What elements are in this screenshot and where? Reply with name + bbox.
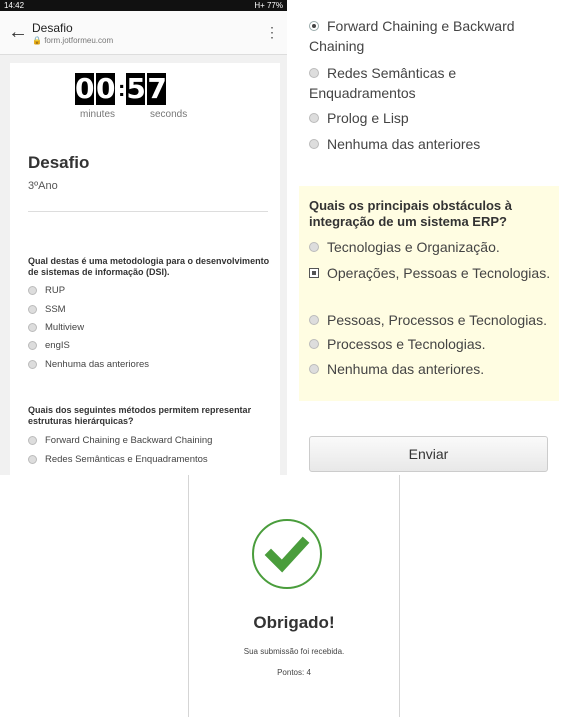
radio-button[interactable] (309, 113, 319, 123)
browser-header: ← Desafio 🔒 form.jotformeu.com ⋮ (0, 11, 287, 55)
form-continuation-screen: Forward Chaining e Backward Chaining Red… (297, 0, 563, 475)
page-url: 🔒 form.jotformeu.com (32, 35, 114, 45)
question-1: Qual destas é uma metodologia para o des… (28, 256, 270, 277)
timer-digit: 7 (147, 72, 167, 105)
radio-button-selected[interactable] (309, 268, 319, 278)
timer-separator: : (118, 76, 126, 101)
radio-button[interactable] (309, 339, 319, 349)
score-text: Pontos: 4 (277, 668, 311, 677)
divider (28, 211, 268, 212)
seconds-label: seconds (150, 109, 188, 120)
form-title: Desafio (28, 153, 90, 172)
form-subtitle: 3ºAno (28, 180, 58, 192)
radio-option[interactable]: Multiview (28, 322, 84, 333)
radio-button[interactable] (28, 341, 37, 350)
timer-digit: 5 (126, 72, 146, 105)
radio-option[interactable]: Pessoas, Processos e Tecnologias. (309, 310, 554, 330)
radio-button-selected[interactable] (309, 21, 319, 31)
page-title: Desafio (32, 20, 73, 35)
radio-button[interactable] (28, 360, 37, 369)
radio-option[interactable]: Nenhuma das anteriores. (309, 359, 554, 379)
radio-option[interactable]: Forward Chaining e Backward Chaining (28, 435, 212, 446)
checkmark-icon (252, 519, 322, 589)
radio-button[interactable] (28, 323, 37, 332)
thank-you-title: Obrigado! (253, 613, 335, 632)
checkmark-glyph (264, 536, 310, 573)
radio-option[interactable]: Redes Semânticas e Enquadramentos (28, 454, 208, 465)
radio-button[interactable] (309, 242, 319, 252)
radio-option[interactable]: RUP (28, 285, 65, 296)
radio-option[interactable]: Forward Chaining e Backward Chaining (309, 16, 554, 56)
back-arrow-icon[interactable]: ← (8, 21, 32, 44)
radio-button[interactable] (28, 286, 37, 295)
form-mobile-screen: 14:42 H+ 77% ← Desafio 🔒 form.jotformeu.… (0, 0, 287, 475)
lock-icon: 🔒 (32, 35, 42, 45)
radio-button[interactable] (309, 315, 319, 325)
radio-button[interactable] (28, 455, 37, 464)
status-time: 14:42 (4, 1, 25, 10)
radio-button[interactable] (28, 305, 37, 314)
radio-option[interactable]: Nenhuma das anteriores (309, 134, 554, 154)
radio-option[interactable]: engIS (28, 340, 70, 351)
radio-button[interactable] (309, 364, 319, 374)
submission-message: Sua submissão foi recebida. (243, 647, 345, 656)
status-indicators: H+ 77% (254, 1, 283, 10)
radio-option-selected[interactable]: Operações, Pessoas e Tecnologias. (309, 263, 554, 283)
question-2: Quais dos seguintes métodos permitem rep… (28, 405, 252, 426)
radio-button[interactable] (28, 436, 37, 445)
radio-option[interactable]: Nenhuma das anteriores (28, 359, 149, 370)
countdown-timer: 0 0 : 5 7 (75, 73, 168, 105)
timer-digit: 0 (75, 72, 95, 105)
status-bar: 14:42 H+ 77% (0, 0, 287, 11)
radio-button[interactable] (309, 139, 319, 149)
minutes-label: minutes (80, 109, 116, 120)
question-3: Quais os principais obstáculos à integra… (309, 198, 513, 229)
radio-option[interactable]: SSM (28, 304, 66, 315)
radio-option[interactable]: Tecnologias e Organização. (309, 237, 554, 257)
submit-button[interactable]: Enviar (309, 436, 548, 472)
radio-option[interactable]: Redes Semânticas e Enquadramentos (309, 63, 554, 103)
confirmation-screen: Obrigado! Sua submissão foi recebida. Po… (188, 475, 400, 717)
more-vert-icon[interactable]: ⋮ (265, 24, 279, 41)
radio-option[interactable]: Processos e Tecnologias. (309, 334, 554, 354)
timer-digit: 0 (96, 72, 116, 105)
radio-button[interactable] (309, 68, 319, 78)
form-card: 0 0 : 5 7 minutes seconds Desafio 3ºAno … (10, 63, 280, 475)
radio-option[interactable]: Prolog e Lisp (309, 108, 554, 128)
